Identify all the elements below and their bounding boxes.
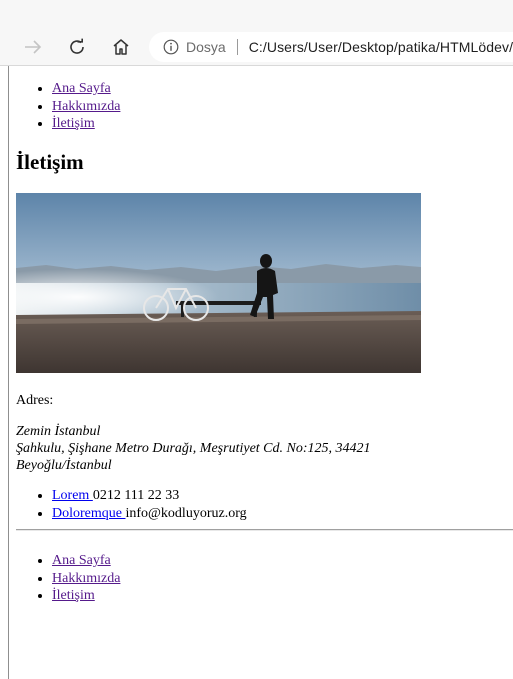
home-icon[interactable] xyxy=(110,36,132,58)
address-bar[interactable]: Dosya C:/Users/User/Desktop/patika/HTMLö… xyxy=(149,32,513,62)
nav-link-contact[interactable]: İletişim xyxy=(52,116,95,131)
nav-item-contact: İletişim xyxy=(52,115,120,133)
address-line-3: Beyoğlu/İstanbul xyxy=(16,458,112,473)
contact-email-value: info@kodluyoruz.org xyxy=(125,505,247,521)
footer-link-home[interactable]: Ana Sayfa xyxy=(52,553,111,568)
info-icon[interactable] xyxy=(163,39,179,55)
footer-nav-item-home: Ana Sayfa xyxy=(52,552,120,570)
address-label: Adres: xyxy=(16,393,54,408)
page-content: Ana Sayfa Hakkımızda İletişim İletişim xyxy=(9,66,513,679)
address-line-2: Şahkulu, Şişhane Metro Durağı, Meşrutiye… xyxy=(16,441,371,456)
page-title: İletişim xyxy=(16,150,84,174)
reload-icon[interactable] xyxy=(66,36,88,58)
address-block: Zemin İstanbul Şahkulu, Şişhane Metro Du… xyxy=(16,423,371,474)
contact-photo xyxy=(16,193,421,373)
url-text[interactable]: C:/Users/User/Desktop/patika/HTMLödev/l xyxy=(249,39,513,55)
footer-nav-item-contact: İletişim xyxy=(52,587,120,605)
contact-link-phone[interactable]: Lorem xyxy=(52,488,93,503)
contact-item-phone: Lorem 0212 111 22 33 xyxy=(52,487,247,505)
footer-nav: Ana Sayfa Hakkımızda İletişim xyxy=(9,552,120,605)
site-info-label[interactable]: Dosya xyxy=(186,39,226,55)
contact-phone-value: 0212 111 22 33 xyxy=(92,488,180,503)
forward-arrow-icon[interactable] xyxy=(22,36,44,58)
footer-link-contact[interactable]: İletişim xyxy=(52,588,95,603)
contact-list: Lorem 0212 111 22 33 Doloremque info@kod… xyxy=(9,487,247,522)
contact-item-email: Doloremque info@kodluyoruz.org xyxy=(52,505,247,523)
nav-item-home: Ana Sayfa xyxy=(52,80,120,98)
footer-nav-item-about: Hakkımızda xyxy=(52,570,120,588)
footer-link-about[interactable]: Hakkımızda xyxy=(52,571,120,586)
contact-link-email[interactable]: Doloremque xyxy=(52,506,125,521)
address-line-1: Zemin İstanbul xyxy=(16,424,101,439)
browser-toolbar: Dosya C:/Users/User/Desktop/patika/HTMLö… xyxy=(0,0,513,66)
nav-item-about: Hakkımızda xyxy=(52,98,120,116)
address-separator xyxy=(236,39,238,55)
nav-link-about[interactable]: Hakkımızda xyxy=(52,99,120,114)
nav-link-home[interactable]: Ana Sayfa xyxy=(52,81,111,96)
footer-divider xyxy=(16,529,513,531)
top-nav: Ana Sayfa Hakkımızda İletişim xyxy=(9,80,120,133)
